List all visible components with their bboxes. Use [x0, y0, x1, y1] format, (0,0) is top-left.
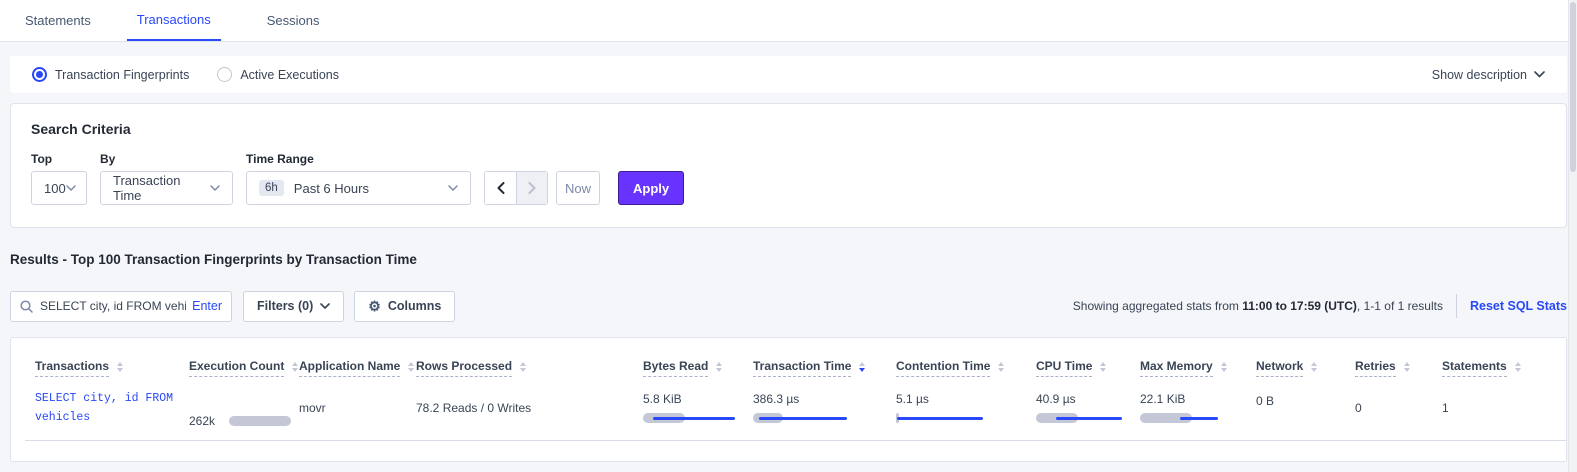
sort-icon — [1404, 362, 1410, 372]
time-range-badge: 6h — [259, 180, 284, 196]
sort-icon — [292, 362, 298, 372]
radio-label: Transaction Fingerprints — [55, 68, 189, 82]
row-separator — [25, 440, 1566, 441]
transaction-time-bar — [753, 412, 845, 424]
sort-icon — [408, 362, 414, 372]
column-header-rows-processed[interactable]: Rows Processed — [416, 359, 643, 377]
columns-button[interactable]: ⚙ Columns — [354, 291, 455, 322]
view-toggle-bar: Transaction Fingerprints Active Executio… — [10, 56, 1567, 93]
top-label: Top — [31, 152, 87, 166]
cell-rows-processed: 78.2 Reads / 0 Writes — [416, 390, 643, 440]
sort-icon — [1311, 362, 1317, 372]
sort-icon — [716, 362, 722, 372]
chevron-down-icon — [210, 185, 220, 191]
column-header-network[interactable]: Network — [1256, 359, 1355, 377]
cpu-time-bar — [1036, 412, 1128, 424]
contention-time-bar — [896, 412, 988, 424]
sort-icon — [117, 362, 123, 372]
apply-button[interactable]: Apply — [618, 171, 684, 205]
vertical-divider — [1456, 294, 1457, 318]
cell-execution-count: 262k — [189, 390, 299, 440]
column-header-contention-time[interactable]: Contention Time — [896, 359, 1036, 377]
chevron-down-icon — [320, 303, 330, 309]
sort-desc-icon — [859, 362, 865, 372]
chevron-down-icon — [66, 185, 76, 191]
chevron-right-icon — [528, 182, 536, 194]
max-memory-bar — [1140, 412, 1232, 424]
radio-active-executions[interactable]: Active Executions — [217, 67, 339, 82]
cell-application-name: movr — [299, 390, 416, 440]
tab-transactions[interactable]: Transactions — [127, 0, 221, 41]
time-range-label: Time Range — [246, 152, 471, 166]
tab-sessions[interactable]: Sessions — [267, 0, 320, 41]
chevron-down-icon — [448, 185, 458, 191]
sort-icon — [998, 362, 1004, 372]
search-criteria-card: Search Criteria Top 100 By Transaction T… — [10, 103, 1567, 228]
cell-retries: 0 — [1355, 390, 1442, 440]
column-header-transaction-time[interactable]: Transaction Time — [753, 359, 896, 377]
previous-interval-button[interactable] — [485, 172, 516, 204]
cell-transaction-time: 386.3 µs — [753, 390, 896, 440]
filters-button[interactable]: Filters (0) — [243, 291, 344, 322]
radio-unselected-icon — [217, 67, 232, 82]
aggregated-stats-text: Showing aggregated stats from 11:00 to 1… — [1073, 299, 1443, 313]
radio-selected-icon — [32, 67, 47, 82]
tab-statements[interactable]: Statements — [25, 0, 91, 41]
column-header-max-memory[interactable]: Max Memory — [1140, 359, 1256, 377]
column-header-retries[interactable]: Retries — [1355, 359, 1442, 377]
sort-icon — [1221, 362, 1227, 372]
next-interval-button[interactable] — [516, 172, 547, 204]
time-range-select[interactable]: 6h Past 6 Hours — [246, 171, 471, 205]
sql-search-box[interactable]: Enter — [10, 291, 232, 322]
results-heading: Results - Top 100 Transaction Fingerprin… — [10, 252, 1577, 267]
top-select[interactable]: 100 — [31, 171, 87, 205]
now-button[interactable]: Now — [556, 171, 600, 205]
results-toolbar: Enter Filters (0) ⚙ Columns Showing aggr… — [10, 290, 1567, 322]
table-row: SELECT city, id FROM vehicles 262k movr … — [11, 388, 1566, 440]
cell-contention-time: 5.1 µs — [896, 390, 1036, 440]
search-criteria-title: Search Criteria — [31, 121, 1546, 137]
cell-cpu-time: 40.9 µs — [1036, 390, 1140, 440]
gear-icon: ⚙ — [368, 299, 381, 313]
sort-icon — [1100, 362, 1106, 372]
transaction-fingerprint-link[interactable]: SELECT city, id FROM vehicles — [35, 390, 185, 428]
column-header-statements[interactable]: Statements — [1442, 359, 1566, 377]
vertical-scrollbar — [1568, 0, 1577, 472]
column-header-cpu-time[interactable]: CPU Time — [1036, 359, 1140, 377]
cell-network: 0 B — [1256, 390, 1355, 440]
radio-label: Active Executions — [240, 68, 339, 82]
table-header-row: Transactions Execution Count Application… — [11, 338, 1566, 388]
column-header-application-name[interactable]: Application Name — [299, 359, 416, 377]
by-label: By — [100, 152, 233, 166]
cell-bytes-read: 5.8 KiB — [643, 390, 753, 440]
column-header-bytes-read[interactable]: Bytes Read — [643, 359, 753, 377]
sort-icon — [1515, 362, 1521, 372]
enter-button[interactable]: Enter — [192, 299, 222, 313]
by-select[interactable]: Transaction Time — [100, 171, 233, 205]
sort-icon — [520, 362, 526, 372]
reset-sql-stats-link[interactable]: Reset SQL Stats — [1470, 299, 1567, 313]
show-description-toggle[interactable]: Show description — [1432, 68, 1545, 82]
time-range-step-buttons — [484, 171, 548, 205]
radio-transaction-fingerprints[interactable]: Transaction Fingerprints — [32, 67, 189, 82]
cell-statements: 1 — [1442, 390, 1566, 440]
page-tabs: Statements Transactions Sessions — [0, 0, 1577, 42]
column-header-execution-count[interactable]: Execution Count — [189, 359, 299, 377]
cell-transactions: SELECT city, id FROM vehicles — [35, 390, 189, 440]
chevron-down-icon — [1534, 71, 1545, 78]
results-table: Transactions Execution Count Application… — [10, 337, 1567, 462]
scrollbar-thumb[interactable] — [1570, 2, 1576, 172]
search-input[interactable] — [40, 299, 186, 313]
execution-count-bar — [229, 415, 293, 427]
bytes-read-bar — [643, 412, 735, 424]
chevron-left-icon — [497, 182, 505, 194]
search-icon — [20, 300, 33, 313]
column-header-transactions[interactable]: Transactions — [35, 359, 189, 377]
cell-max-memory: 22.1 KiB — [1140, 390, 1256, 440]
